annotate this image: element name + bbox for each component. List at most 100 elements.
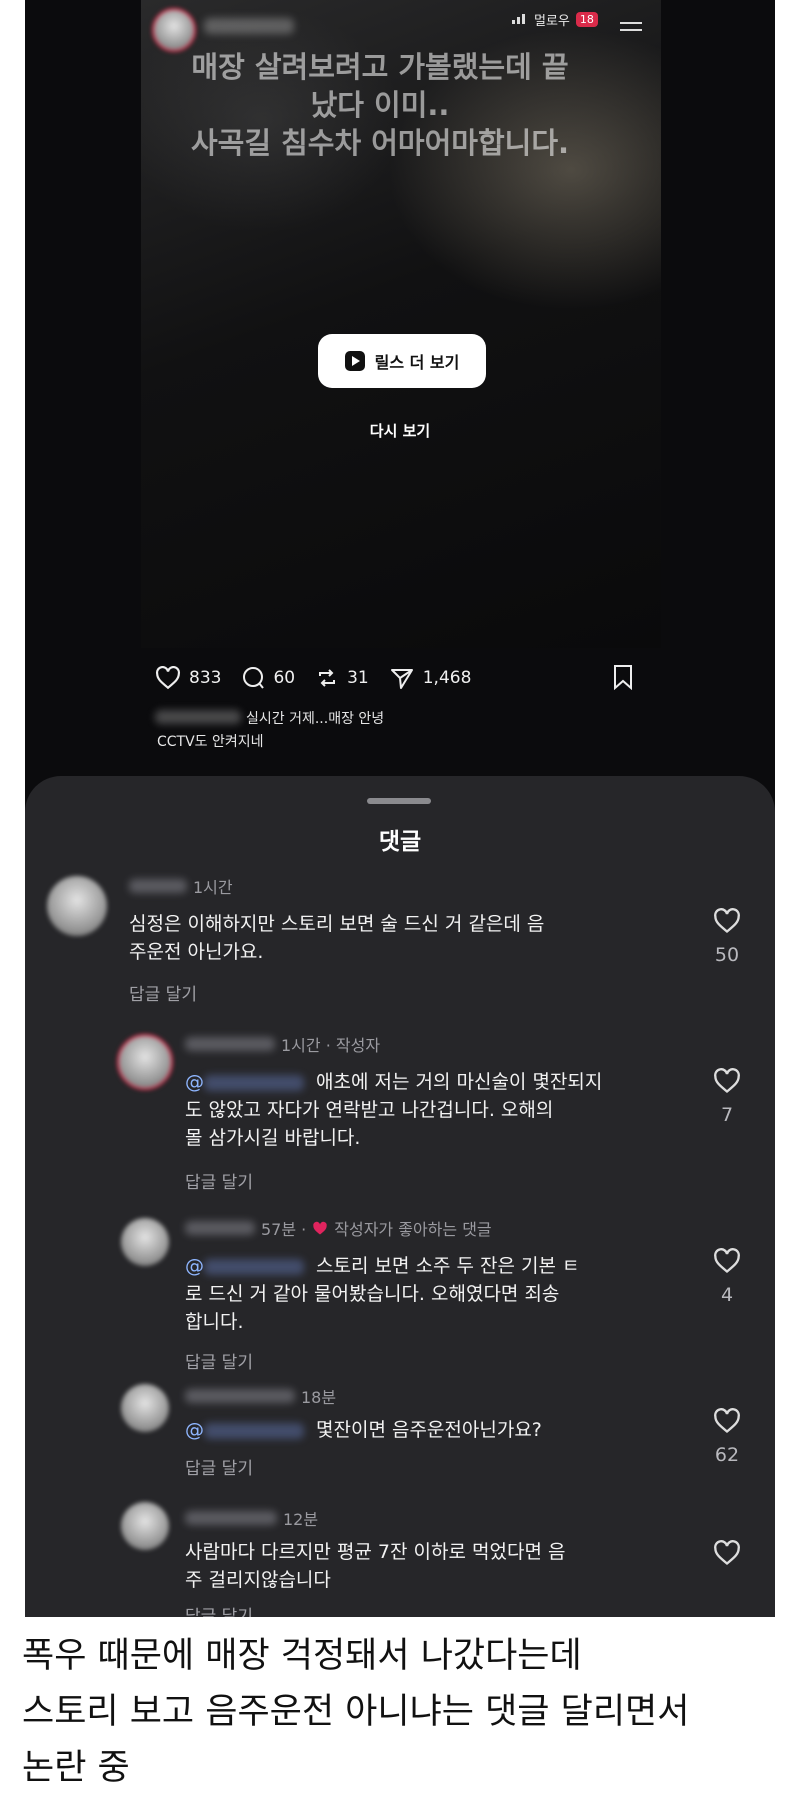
overlay-line: 사곡길 침수차 어마어마합니다. (190, 126, 570, 160)
reply-button[interactable]: 답글 달기 (185, 1454, 253, 1479)
comment-line: 주운전 아닌가요. (129, 941, 264, 963)
heart-icon (714, 1068, 740, 1094)
reply-button[interactable]: 답글 달기 (185, 1348, 253, 1373)
comment-like[interactable] (707, 1540, 747, 1576)
carrier-label: 멀로우 (534, 14, 570, 29)
username-blurred (185, 1037, 275, 1051)
post-actions: 833 60 31 1,468 (155, 660, 471, 696)
more-reels-button[interactable]: 릴스 더 보기 (318, 334, 486, 388)
comment-text: @ 몇잔이면 음주운전아닌가요? (185, 1416, 542, 1444)
heart-icon (714, 1248, 740, 1274)
comment-time: 18분 (301, 1388, 337, 1407)
status-bar: 멀로우 18 (512, 10, 598, 29)
username-blurred (129, 879, 187, 893)
comment-time: 1시간 · 작성자 (281, 1036, 381, 1055)
heart-icon (714, 908, 740, 934)
caption-username-blurred (155, 710, 241, 724)
battery-badge: 18 (575, 12, 598, 27)
comment-text: @ 스토리 보면 소주 두 잔은 기본 ㅌ 로 드신 거 같아 물어봤습니다. 오… (185, 1252, 579, 1336)
comment-text: 심정은 이해하지만 스토리 보면 술 드신 거 같은데 음 주운전 아닌가요. (129, 910, 544, 966)
overlay-line: 매장 살려보려고 가볼랬는데 끝 (191, 50, 569, 84)
comment-meta: 57분 · 작성자가 좋아하는 댓글 (185, 1216, 492, 1240)
sheet-title: 댓글 (378, 829, 422, 855)
footer-line: 논란 중 (22, 1748, 130, 1788)
comment-time: 57분 · (261, 1220, 307, 1239)
username-blurred (185, 1511, 277, 1525)
comment-like-count: 50 (714, 944, 740, 966)
share-count: 1,468 (422, 668, 472, 688)
signal-icon (512, 12, 528, 28)
comment-like-count: 7 (720, 1104, 734, 1126)
more-reels-label: 릴스 더 보기 (374, 353, 460, 372)
comment-text: 사람마다 다르지만 평균 7잔 이하로 먹었다면 음 주 걸리지않습니다 (185, 1538, 565, 1594)
avatar[interactable] (121, 1384, 169, 1432)
comment-time: 12분 (283, 1510, 319, 1529)
comment-action[interactable]: 60 (241, 666, 295, 690)
avatar[interactable] (117, 1034, 173, 1090)
comment-count: 60 (273, 668, 296, 688)
menu-icon[interactable] (620, 22, 642, 36)
caption-line: CCTV도 안켜지네 (157, 734, 264, 750)
username-blurred (185, 1221, 255, 1235)
mention-blurred (204, 1422, 304, 1439)
comment-meta: 1시간 · 작성자 (185, 1032, 380, 1056)
comment-like-count: 4 (720, 1284, 734, 1306)
comment-line: 합니다. (185, 1311, 244, 1333)
comment-line: 심정은 이해하지만 스토리 보면 술 드신 거 같은데 음 (129, 913, 545, 935)
story-overlay-text: 매장 살려보려고 가볼랬는데 끝 났다 이미.. 사곡길 침수차 어마어마합니다… (150, 48, 610, 162)
comment-meta: 12분 (185, 1506, 318, 1530)
repost-icon (319, 669, 336, 687)
comment-like[interactable]: 50 (707, 908, 747, 966)
mention[interactable]: @ (185, 1419, 204, 1441)
send-icon (390, 669, 413, 689)
mention[interactable]: @ (185, 1255, 204, 1277)
footer-line: 폭우 때문에 매장 걱정돼서 나갔다는데 (22, 1636, 582, 1676)
heart-icon (714, 1540, 740, 1566)
heart-filled-icon (313, 1221, 327, 1234)
comment-line: 몰 삼가시길 바랍니다. (185, 1127, 361, 1149)
reply-button[interactable]: 답글 달기 (129, 980, 197, 1005)
heart-icon (714, 1408, 740, 1434)
heart-icon (156, 666, 180, 690)
caption-line: 실시간 거제...매장 안녕 (246, 711, 385, 727)
share-action[interactable]: 1,468 (389, 666, 472, 690)
mention-blurred (204, 1074, 304, 1091)
comment-meta: 1시간 (129, 874, 233, 898)
comment-like[interactable]: 4 (707, 1248, 747, 1306)
comment-line: 도 않았고 자다가 연락받고 나간겁니다. 오해의 (185, 1099, 554, 1121)
repost-count: 31 (347, 668, 369, 688)
comment-like[interactable]: 62 (707, 1408, 747, 1466)
footer-caption: 폭우 때문에 매장 걱정돼서 나갔다는데 스토리 보고 음주운전 아니냐는 댓글… (22, 1628, 782, 1796)
avatar[interactable] (121, 1502, 169, 1550)
overlay-line: 났다 이미.. (310, 88, 450, 122)
like-count: 833 (189, 668, 222, 688)
repost-action[interactable]: 31 (315, 666, 369, 690)
replay-button[interactable]: 다시 보기 (0, 420, 800, 441)
comment-text: @ 애초에 저는 거의 마신술이 몇잔되지 도 않았고 자다가 연락받고 나간겁니… (185, 1068, 602, 1152)
comment-icon (243, 667, 265, 689)
avatar[interactable] (47, 876, 107, 936)
comment-like-count: 62 (714, 1444, 740, 1466)
reply-button[interactable]: 답글 달기 (185, 1602, 253, 1617)
comment-line: 주 걸리지않습니다 (185, 1569, 331, 1591)
comment-time: 1시간 (193, 878, 233, 897)
comment-line: 애초에 저는 거의 마신술이 몇잔되지 (316, 1071, 603, 1093)
comment-meta: 18분 (185, 1384, 336, 1408)
bookmark-icon[interactable] (612, 664, 634, 694)
play-icon (344, 351, 365, 371)
comment-like[interactable]: 7 (707, 1068, 747, 1126)
story-author-avatar[interactable] (152, 8, 196, 52)
story-author-name-blurred (204, 18, 294, 34)
comment-line: 로 드신 거 같아 물어봤습니다. 오해였다면 죄송 (185, 1283, 560, 1305)
username-blurred (185, 1389, 295, 1403)
drag-handle[interactable] (367, 798, 431, 804)
mention[interactable]: @ (185, 1071, 204, 1093)
avatar[interactable] (121, 1218, 169, 1266)
comments-sheet: 댓글 1시간 심정은 이해하지만 스토리 보면 술 드신 거 같은데 음 주운전… (25, 776, 775, 1617)
footer-line: 스토리 보고 음주운전 아니냐는 댓글 달리면서 (22, 1692, 690, 1732)
reply-button[interactable]: 답글 달기 (185, 1168, 253, 1193)
mention-blurred (204, 1258, 304, 1275)
like-action[interactable]: 833 (155, 666, 221, 690)
comment-line: 몇잔이면 음주운전아닌가요? (316, 1419, 542, 1441)
comment-line: 스토리 보면 소주 두 잔은 기본 ㅌ (316, 1255, 580, 1277)
